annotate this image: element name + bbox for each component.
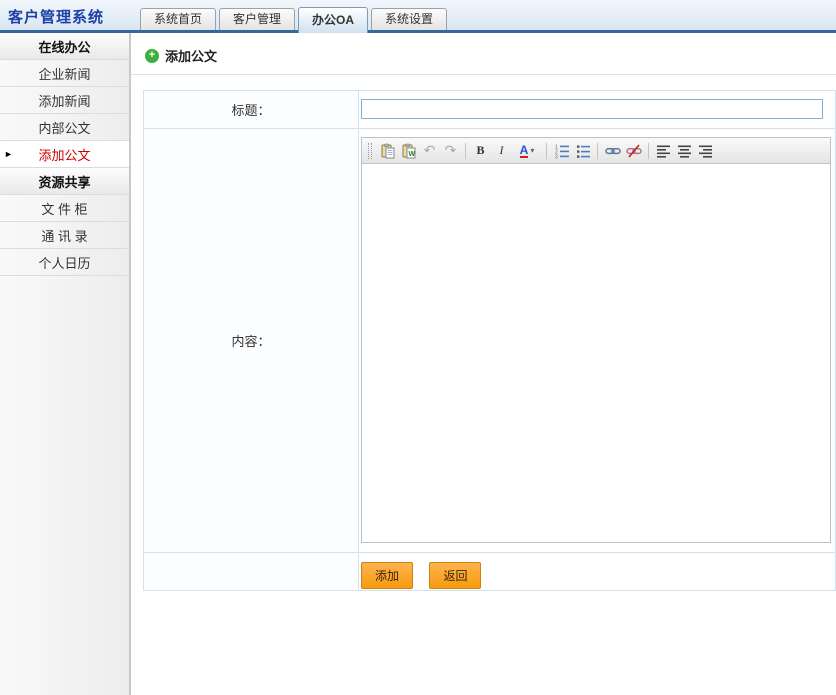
tab-system-settings[interactable]: 系统设置 — [371, 8, 448, 30]
toolbar-drag-handle[interactable] — [368, 142, 372, 159]
sidebar-item-label: 文 件 柜 — [41, 201, 88, 217]
app-title: 客户管理系统 — [8, 9, 105, 26]
sidebar-item-label: 添加新闻 — [38, 93, 91, 109]
sidebar-item-label: 个人日历 — [38, 255, 91, 271]
sidebar-item-label: 内部公文 — [38, 120, 91, 136]
form-row-title: 标题： — [144, 91, 835, 129]
active-arrow-icon: ► — [4, 149, 13, 159]
sidebar-item-address-book[interactable]: 通 讯 录 — [0, 222, 129, 249]
unordered-list-icon[interactable] — [572, 141, 593, 161]
align-right-icon[interactable] — [695, 141, 716, 161]
sidebar-item-file-cabinet[interactable]: 文 件 柜 — [0, 195, 129, 222]
paste-icon[interactable] — [377, 141, 398, 161]
main-content: + 添加公文 标题： 内容： W ↶ ↷ B I A ▾ 1 2 3 添加 返回 — [131, 33, 836, 695]
sidebar-item-personal-calendar[interactable]: 个人日历 — [0, 249, 129, 276]
tab-system-home[interactable]: 系统首页 — [140, 8, 217, 30]
undo-icon[interactable]: ↶ — [419, 141, 440, 161]
content-label: 内容： — [144, 129, 359, 552]
sidebar-item-enterprise-news[interactable]: 企业新闻 — [0, 60, 129, 87]
head-divider — [131, 74, 836, 75]
tab-customer-management[interactable]: 客户管理 — [219, 8, 296, 30]
font-color-glyph: A — [519, 142, 529, 158]
font-color-icon[interactable]: A ▾ — [512, 141, 542, 161]
sidebar-item-add-document[interactable]: ► 添加公文 — [0, 141, 129, 168]
ordered-list-icon[interactable]: 1 2 3 — [551, 141, 572, 161]
page-head: + 添加公文 — [145, 46, 836, 65]
toolbar-separator — [648, 142, 649, 159]
editor-toolbar: W ↶ ↷ B I A ▾ 1 2 3 — [362, 138, 830, 164]
rich-text-editor: W ↶ ↷ B I A ▾ 1 2 3 — [361, 137, 831, 543]
form-row-content: 内容： W ↶ ↷ B I A ▾ 1 2 3 — [144, 129, 835, 553]
content-field-cell: W ↶ ↷ B I A ▾ 1 2 3 — [359, 129, 835, 552]
paste-word-icon[interactable]: W — [398, 141, 419, 161]
svg-text:3: 3 — [555, 154, 558, 159]
form-row-buttons: 添加 返回 — [144, 553, 835, 590]
unlink-icon[interactable] — [623, 141, 644, 161]
bold-icon[interactable]: B — [470, 141, 491, 161]
buttons-label-spacer — [144, 553, 359, 590]
align-left-icon[interactable] — [653, 141, 674, 161]
sidebar-item-add-news[interactable]: 添加新闻 — [0, 87, 129, 114]
editor-content-area[interactable] — [362, 164, 830, 542]
title-field-cell — [359, 91, 835, 128]
title-input[interactable] — [361, 99, 823, 119]
title-label: 标题： — [144, 91, 359, 128]
top-tab-bar: 系统首页 客户管理 办公OA 系统设置 — [140, 7, 450, 33]
buttons-field-cell: 添加 返回 — [359, 553, 835, 590]
sidebar-item-internal-documents[interactable]: 内部公文 — [0, 114, 129, 141]
redo-icon[interactable]: ↷ — [440, 141, 461, 161]
tab-office-oa[interactable]: 办公OA — [298, 7, 369, 33]
page-title: 添加公文 — [165, 49, 218, 64]
chevron-down-icon: ▾ — [530, 146, 535, 155]
toolbar-separator — [465, 142, 466, 159]
add-plus-icon: + — [145, 48, 159, 63]
back-button[interactable]: 返回 — [429, 562, 482, 589]
sidebar-item-label: 企业新闻 — [38, 66, 91, 82]
sidebar-item-label: 通 讯 录 — [41, 228, 88, 244]
sidebar-item-label: 添加公文 — [38, 147, 91, 163]
sidebar-section-resource-sharing: 资源共享 — [0, 168, 129, 195]
sidebar: 在线办公 企业新闻 添加新闻 内部公文 ► 添加公文 资源共享 文 件 柜 通 … — [0, 33, 131, 695]
italic-icon[interactable]: I — [491, 141, 512, 161]
add-document-form: 标题： 内容： W ↶ ↷ B I A ▾ 1 2 3 添加 返回 — [143, 90, 836, 591]
add-button[interactable]: 添加 — [361, 562, 414, 589]
header-bar: 客户管理系统 系统首页 客户管理 办公OA 系统设置 — [0, 0, 836, 33]
svg-text:W: W — [408, 151, 415, 158]
toolbar-separator — [546, 142, 547, 159]
sidebar-section-online-office: 在线办公 — [0, 33, 129, 60]
app-window: 客户管理系统 系统首页 客户管理 办公OA 系统设置 在线办公 企业新闻 添加新… — [0, 0, 836, 695]
toolbar-separator — [597, 142, 598, 159]
align-center-icon[interactable] — [674, 141, 695, 161]
link-icon[interactable] — [602, 141, 623, 161]
